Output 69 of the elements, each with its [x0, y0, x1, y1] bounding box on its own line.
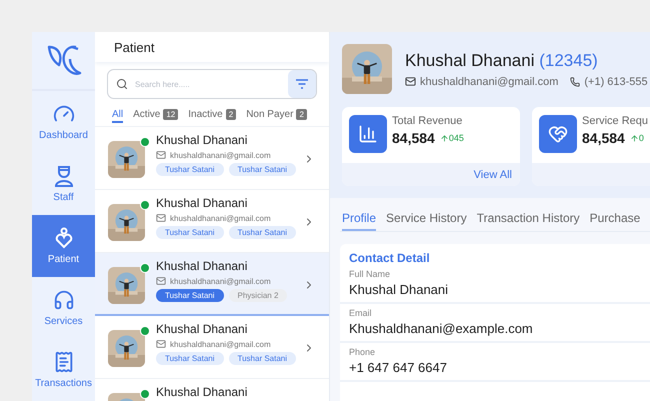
- patient-email: khushaldhanani@gmail.com: [420, 76, 558, 88]
- view-all-link[interactable]: View All: [474, 168, 512, 180]
- search-bar[interactable]: Search here.....: [107, 69, 317, 99]
- tag: Tushar Satani: [156, 289, 224, 302]
- field-label: Phone: [349, 347, 376, 357]
- arrow-up-icon: [440, 134, 449, 142]
- field-value: Khushaldhanani@example.com: [349, 321, 534, 336]
- patient-name: Khushal Dhanani: [156, 196, 248, 210]
- mail-icon: [156, 339, 166, 349]
- tag: Tushar Satani: [228, 352, 296, 365]
- panel-title: Patient: [114, 40, 154, 54]
- mail-icon: [405, 76, 416, 87]
- bar-chart-icon: [358, 124, 378, 144]
- tag: Physician 2: [228, 289, 288, 302]
- nav-item[interactable]: Dashboard: [32, 91, 95, 153]
- filter-tab[interactable]: Active 12: [133, 107, 178, 123]
- field-value: Khushal Dhanani: [349, 282, 450, 297]
- patient-name: Khushal Dhanani: [156, 259, 248, 273]
- profile-tab[interactable]: Transaction History: [476, 211, 580, 231]
- tag: Tushar Satani: [156, 163, 224, 176]
- filter-button[interactable]: [288, 70, 316, 98]
- profile-tab[interactable]: Profile: [342, 211, 376, 231]
- nav-item[interactable]: Services: [32, 277, 95, 339]
- patient-row[interactable]: Khushal Dhanani khushaldhanani@gmail.com Tushar Satani Physician 2: [95, 253, 329, 316]
- mail-icon: [156, 276, 166, 286]
- tag: Tushar Satani: [228, 226, 296, 239]
- profile-tab[interactable]: Service History: [386, 211, 467, 231]
- filter-tab[interactable]: Non Payer 2: [246, 107, 307, 123]
- phone-icon: [570, 76, 580, 86]
- patient-name: Khushal Dhanani: [156, 385, 248, 399]
- filter-icon: [295, 79, 309, 89]
- patient-name: Khushal Dhanani (12345): [405, 50, 599, 70]
- field-label: Full Name: [349, 269, 392, 279]
- tag: Tushar Satani: [228, 163, 296, 176]
- mail-icon: [156, 213, 166, 223]
- stat-title: Total Revenue: [392, 115, 464, 127]
- nav-item[interactable]: Patient: [32, 215, 95, 277]
- receipt-icon: [52, 351, 74, 373]
- field-label: Email: [349, 308, 373, 318]
- nav-item[interactable]: Transactions: [32, 339, 95, 401]
- patient-email: khushaldhanani@gmail.com: [170, 214, 271, 222]
- tag: Tushar Satani: [156, 226, 224, 239]
- stat-value: 84,584: [582, 130, 625, 146]
- count-badge: 2: [296, 108, 307, 120]
- filter-tab[interactable]: All: [112, 107, 124, 123]
- count-badge: 12: [163, 108, 178, 120]
- profile-tab[interactable]: Purchase: [590, 211, 640, 231]
- arrow-up-icon: [630, 134, 639, 142]
- stat-change: 045: [448, 133, 464, 143]
- patient-phone: (+1) 613-555: [584, 76, 648, 88]
- mail-icon: [156, 150, 166, 160]
- tag: Tushar Satani: [156, 352, 224, 365]
- stat-title: Service Requ: [582, 115, 648, 127]
- patient-email: khushaldhanani@gmail.com: [170, 340, 271, 348]
- stat-change: 0: [638, 133, 644, 143]
- nav-item[interactable]: Staff: [32, 153, 95, 215]
- patient-email: khushaldhanani@gmail.com: [170, 150, 271, 160]
- field-value: +1 647 647 6647: [349, 360, 448, 375]
- count-badge: 2: [226, 108, 236, 120]
- person-icon: [54, 165, 74, 187]
- patient-name: Khushal Dhanani: [156, 133, 248, 147]
- patient-email: khushaldhanani@gmail.com: [170, 276, 271, 286]
- stat-value: 84,584: [392, 130, 435, 146]
- filter-tab[interactable]: Inactive 2: [188, 107, 236, 123]
- patient-name: Khushal Dhanani: [156, 322, 248, 336]
- heart-person-icon: [54, 227, 74, 249]
- search-icon: [116, 78, 128, 90]
- headphones-icon: [52, 289, 74, 311]
- section-title: Contact Detail: [348, 250, 431, 265]
